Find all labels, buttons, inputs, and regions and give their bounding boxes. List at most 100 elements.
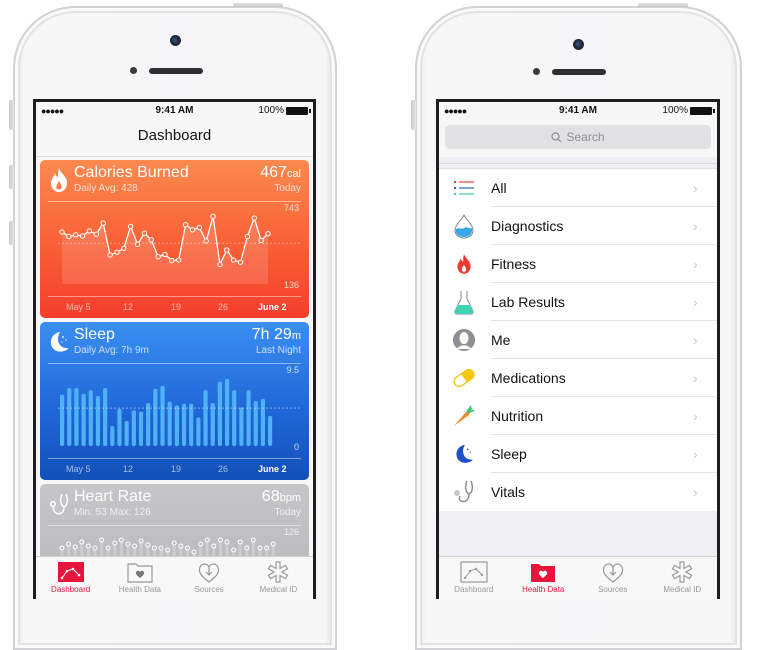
list-item-lab-results[interactable]: Lab Results ›: [439, 283, 717, 321]
tab-label: Dashboard: [454, 585, 494, 594]
data-point: [155, 253, 161, 260]
data-point: [211, 543, 217, 549]
card-subtitle: Daily Avg: 7h 9m: [74, 345, 149, 356]
volume-down-button: [9, 221, 14, 245]
search-input[interactable]: Search: [445, 125, 711, 149]
data-point: [72, 544, 78, 550]
list-item-diagnostics[interactable]: Diagnostics ›: [439, 207, 717, 245]
data-point: [198, 541, 204, 547]
card-title: Heart Rate: [74, 488, 152, 505]
bar: [260, 398, 266, 446]
bar: [268, 415, 273, 446]
card-value-caption: Today: [274, 183, 301, 194]
list-item-label: Sleep: [491, 446, 527, 462]
card-value-caption: Today: [274, 507, 301, 518]
data-point: [237, 539, 243, 545]
list-item-medications[interactable]: Medications ›: [439, 359, 717, 397]
data-point: [230, 257, 237, 263]
card-value-caption: Last Night: [255, 345, 301, 356]
bar: [88, 390, 93, 446]
x-tick-label: 26: [218, 302, 229, 312]
data-point: [85, 543, 91, 549]
list-item-sleep[interactable]: Sleep ›: [439, 435, 717, 473]
earpiece-speaker: [552, 69, 606, 75]
list-item-me[interactable]: Me ›: [439, 321, 717, 359]
data-point: [151, 545, 157, 551]
data-point: [121, 245, 127, 251]
data-point: [264, 545, 270, 551]
data-point: [251, 215, 257, 221]
data-point: [86, 228, 93, 234]
card-subtitle: Daily Avg: 428: [74, 183, 138, 194]
person-icon: [453, 329, 475, 351]
card-unit: bpm: [279, 492, 301, 504]
power-button: [638, 3, 688, 7]
data-point: [182, 222, 189, 228]
data-point: [270, 541, 276, 547]
card-value: 467: [260, 164, 287, 181]
list-item-label: All: [491, 180, 507, 196]
chevron-right-icon: ›: [693, 408, 698, 424]
data-point: [224, 539, 230, 545]
search-icon: [551, 131, 562, 142]
data-point: [145, 542, 151, 548]
data-point: [107, 252, 113, 258]
heart-download-icon: [198, 563, 220, 583]
heart-download-icon: [602, 563, 623, 583]
list-item-label: Medications: [491, 370, 566, 386]
tab-sources[interactable]: Sources: [583, 557, 643, 599]
tab-health-data[interactable]: Health Data: [110, 557, 170, 599]
category-list: All › Diagnostics › Fitness › Lab Result…: [439, 168, 717, 511]
chevron-right-icon: ›: [693, 256, 698, 272]
tab-label: Sources: [194, 585, 224, 594]
tab-bar: Dashboard Health Data Sources Medical ID: [36, 556, 313, 599]
divider: [48, 296, 301, 297]
list-item-nutrition[interactable]: Nutrition ›: [439, 397, 717, 435]
tab-sources[interactable]: Sources: [179, 557, 239, 599]
folder-heart-icon: [127, 563, 153, 583]
folder-heart-icon: [531, 564, 556, 582]
list-item-vitals[interactable]: Vitals ›: [439, 473, 717, 511]
moon-icon: [456, 444, 473, 463]
list-item-label: Vitals: [491, 484, 525, 500]
tab-label: Medical ID: [663, 585, 702, 594]
stethoscope-icon: [454, 480, 474, 503]
tab-medical-id[interactable]: Medical ID: [652, 557, 712, 599]
bar: [74, 388, 79, 446]
data-point: [158, 545, 164, 551]
tab-label: Health Data: [118, 585, 161, 594]
data-point: [189, 227, 196, 233]
card-subtitle: Min: 53 Max: 126: [74, 507, 151, 518]
data-point: [171, 540, 177, 546]
mute-switch: [9, 100, 14, 130]
list-item-all[interactable]: All ›: [439, 169, 717, 207]
sleep-card[interactable]: Sleep Daily Avg: 7h 9m 7h 29m Last Night…: [40, 322, 309, 480]
data-point: [125, 541, 131, 547]
earpiece-speaker: [149, 68, 203, 74]
health-data-screen: ●●●●● 9:41 AM 100% Search All › Diagnost…: [436, 99, 720, 599]
list-item-label: Nutrition: [491, 408, 544, 424]
calories-card[interactable]: Calories Burned Daily Avg: 428 467cal To…: [40, 160, 309, 318]
card-unit: cal: [286, 168, 301, 180]
data-point: [191, 549, 197, 555]
calories-chart: [58, 213, 300, 284]
bar: [81, 393, 86, 446]
tab-label: Sources: [598, 585, 628, 594]
chevron-right-icon: ›: [693, 370, 698, 386]
tab-dashboard[interactable]: Dashboard: [41, 557, 101, 599]
list-item-fitness[interactable]: Fitness ›: [439, 245, 717, 283]
data-point: [244, 233, 251, 240]
front-camera: [573, 39, 584, 50]
tab-health-data[interactable]: Health Data: [513, 557, 573, 599]
bar: [95, 395, 101, 446]
data-point: [196, 224, 203, 231]
x-tick-label: May 5: [66, 464, 91, 474]
bar: [239, 407, 244, 446]
list-icon: [453, 180, 474, 196]
tab-bar: Dashboard Health Data Sources Medical ID: [439, 556, 717, 599]
tab-medical-id[interactable]: Medical ID: [248, 557, 308, 599]
proximity-sensor: [533, 68, 540, 75]
list-item-label: Fitness: [491, 256, 537, 272]
tab-dashboard[interactable]: Dashboard: [444, 557, 504, 599]
x-tick-label: 26: [218, 464, 229, 474]
